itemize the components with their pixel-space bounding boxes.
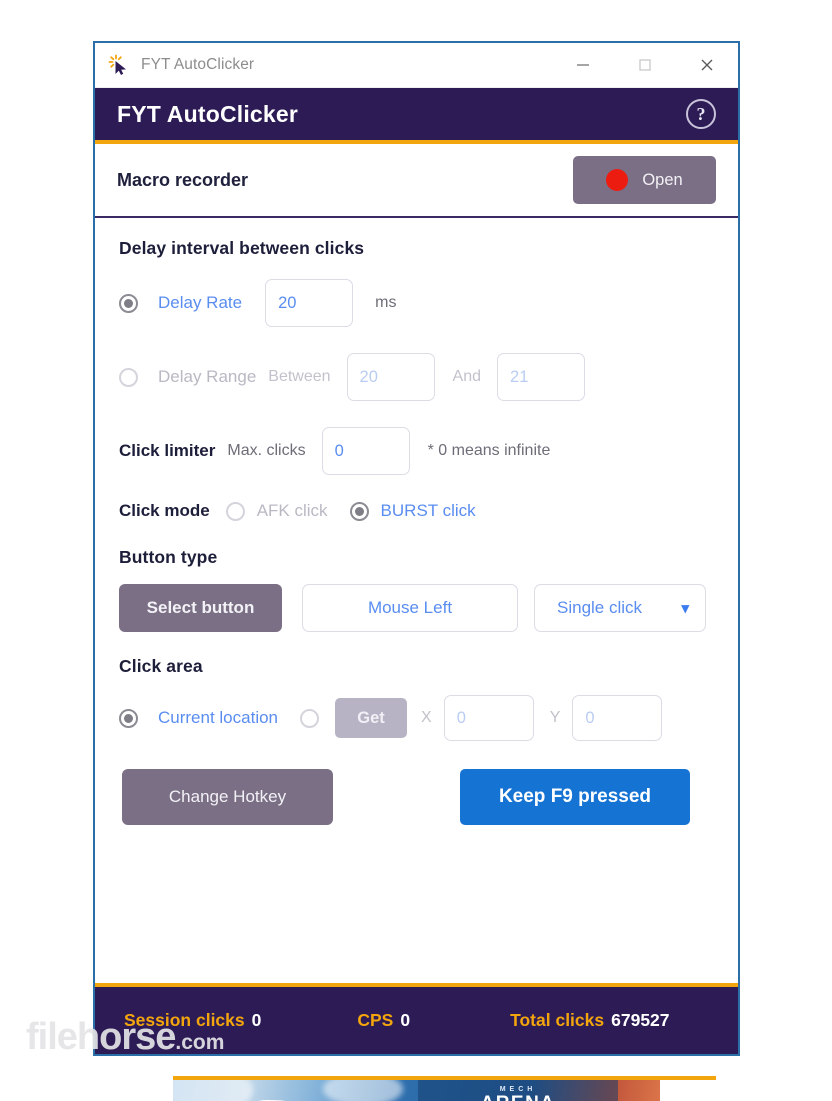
click-limiter-row: Click limiter Max. clicks * 0 means infi… — [119, 427, 714, 475]
delay-range-label: Delay Range — [158, 367, 257, 386]
x-label: X — [421, 709, 432, 726]
delay-range-row: Delay Range Between And — [119, 353, 714, 401]
button-type-row: Select button Mouse Left Single click ▾ — [119, 584, 714, 632]
session-clicks-stat: Session clicks 0 — [124, 1010, 261, 1031]
app-header: FYT AutoClicker ? — [95, 88, 738, 144]
click-mode-row: Click mode AFK click BURST click — [119, 501, 714, 521]
delay-rate-input[interactable] — [265, 279, 354, 327]
click-limiter-field-label: Max. clicks — [227, 442, 306, 459]
select-button[interactable]: Select button — [119, 584, 282, 632]
custom-location-radio[interactable] — [300, 708, 320, 728]
delay-rate-radio[interactable] — [119, 293, 138, 313]
y-label: Y — [549, 709, 561, 726]
click-limiter-input[interactable] — [321, 427, 410, 475]
close-button[interactable] — [676, 43, 738, 87]
macro-recorder-label: Macro recorder — [117, 169, 249, 190]
delay-rate-unit: ms — [375, 294, 397, 311]
click-area-section-title: Click area — [119, 656, 203, 676]
delay-range-radio[interactable] — [119, 367, 138, 387]
help-icon[interactable]: ? — [686, 99, 716, 129]
delay-rate-label: Delay Rate — [158, 293, 243, 312]
maximize-button[interactable] — [614, 43, 676, 87]
window-title: FYT AutoClicker — [141, 56, 255, 73]
change-hotkey-button[interactable]: Change Hotkey — [122, 769, 333, 825]
total-clicks-stat: Total clicks 679527 — [510, 1010, 669, 1031]
ad-banner[interactable]: MECH ARENA Play for FREE Ad — [173, 1080, 716, 1101]
delay-range-from-input[interactable] — [346, 353, 435, 401]
click-mode-burst-label: BURST click — [380, 501, 476, 520]
get-position-button[interactable]: Get — [335, 698, 408, 738]
delay-range-between-label: Between — [268, 368, 331, 385]
settings-body: Delay interval between clicks Delay Rate… — [95, 218, 738, 1101]
mech-robot-illustration — [257, 1100, 286, 1101]
minimize-button[interactable] — [552, 43, 614, 87]
click-type-label: Single click — [557, 598, 643, 617]
window-titlebar: FYT AutoClicker — [95, 43, 738, 88]
action-buttons-row: Change Hotkey Keep F9 pressed — [119, 769, 714, 825]
total-clicks-label: Total clicks — [510, 1010, 605, 1030]
ad-artwork: MECH ARENA Play for FREE — [173, 1080, 660, 1101]
macro-recorder-row: Macro recorder Open — [95, 144, 738, 218]
cursor-click-icon — [107, 53, 131, 77]
click-area-row: Current location Get X Y — [119, 695, 714, 741]
delay-range-and-label: And — [452, 368, 482, 385]
window-controls — [552, 43, 738, 87]
delay-rate-row: Delay Rate ms — [119, 279, 714, 327]
click-limiter-label: Click limiter — [119, 441, 216, 460]
ad-label: Ad — [660, 1080, 716, 1101]
record-dot-icon — [606, 169, 629, 191]
click-limiter-hint: * 0 means infinite — [427, 442, 551, 459]
click-mode-afk-radio[interactable] — [225, 501, 245, 521]
click-mode-label: Click mode — [119, 501, 210, 520]
click-mode-burst-radio[interactable] — [349, 501, 369, 521]
screenshot-root: FYT AutoClicker FYT AutoClicker ? Macro … — [0, 0, 832, 1101]
app-window: FYT AutoClicker FYT AutoClicker ? Macro … — [93, 41, 740, 1101]
app-header-title: FYT AutoClicker — [117, 100, 299, 127]
x-coordinate-input[interactable] — [443, 695, 534, 741]
ad-brand-big: ARENA — [418, 1093, 618, 1101]
cps-value: 0 — [400, 1010, 411, 1030]
keep-pressed-button[interactable]: Keep F9 pressed — [460, 769, 690, 825]
session-clicks-label: Session clicks — [124, 1010, 245, 1030]
cps-label: CPS — [357, 1010, 394, 1030]
click-mode-afk-label: AFK click — [256, 501, 328, 520]
status-bar: Session clicks 0 CPS 0 Total clicks 6795… — [95, 983, 738, 1054]
cps-stat: CPS 0 — [357, 1010, 410, 1031]
total-clicks-value: 679527 — [611, 1010, 670, 1030]
ad-text-panel: MECH ARENA Play for FREE — [418, 1080, 618, 1101]
button-type-section-title: Button type — [119, 547, 218, 567]
mouse-button-label: Mouse Left — [367, 598, 453, 617]
mouse-button-field[interactable]: Mouse Left — [302, 584, 518, 632]
y-coordinate-input[interactable] — [572, 695, 663, 741]
click-type-dropdown[interactable]: Single click ▾ — [534, 584, 706, 632]
current-location-label: Current location — [158, 708, 279, 727]
current-location-radio[interactable] — [119, 708, 138, 728]
delay-section-title: Delay interval between clicks — [119, 238, 365, 258]
ad-brand-small: MECH — [499, 1086, 537, 1093]
chevron-down-icon: ▾ — [681, 599, 689, 617]
macro-open-button[interactable]: Open — [573, 156, 716, 204]
macro-open-label: Open — [642, 170, 683, 189]
session-clicks-value: 0 — [251, 1010, 262, 1030]
delay-range-to-input[interactable] — [497, 353, 586, 401]
